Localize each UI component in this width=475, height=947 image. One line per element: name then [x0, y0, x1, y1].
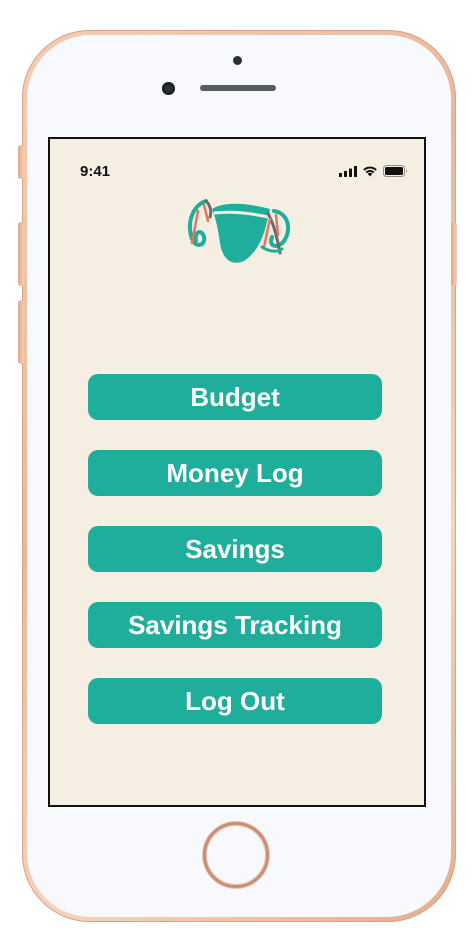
main-menu: Budget Money Log Savings Savings Trackin… [88, 374, 382, 754]
app-logo-icon [187, 199, 291, 263]
savings-tracking-button[interactable]: Savings Tracking [88, 602, 382, 648]
status-time: 9:41 [80, 163, 111, 180]
wifi-icon [363, 166, 377, 177]
proximity-sensor [233, 56, 242, 65]
budget-button[interactable]: Budget [88, 374, 382, 420]
savings-button[interactable]: Savings [88, 526, 382, 572]
status-bar: 9:41 [50, 139, 424, 183]
front-camera-icon [162, 82, 175, 95]
app-screen: 9:41 Budget Money Log Savings Savings Tr… [48, 137, 426, 807]
money-log-button[interactable]: Money Log [88, 450, 382, 496]
signal-icon [339, 165, 357, 177]
volume-up-button [18, 222, 24, 286]
battery-icon [383, 165, 407, 177]
power-button [451, 222, 457, 286]
home-button[interactable] [203, 822, 269, 888]
log-out-button[interactable]: Log Out [88, 678, 382, 724]
earpiece-speaker [200, 85, 276, 91]
status-icons [339, 165, 408, 177]
silent-switch [18, 145, 24, 179]
volume-down-button [18, 300, 24, 364]
